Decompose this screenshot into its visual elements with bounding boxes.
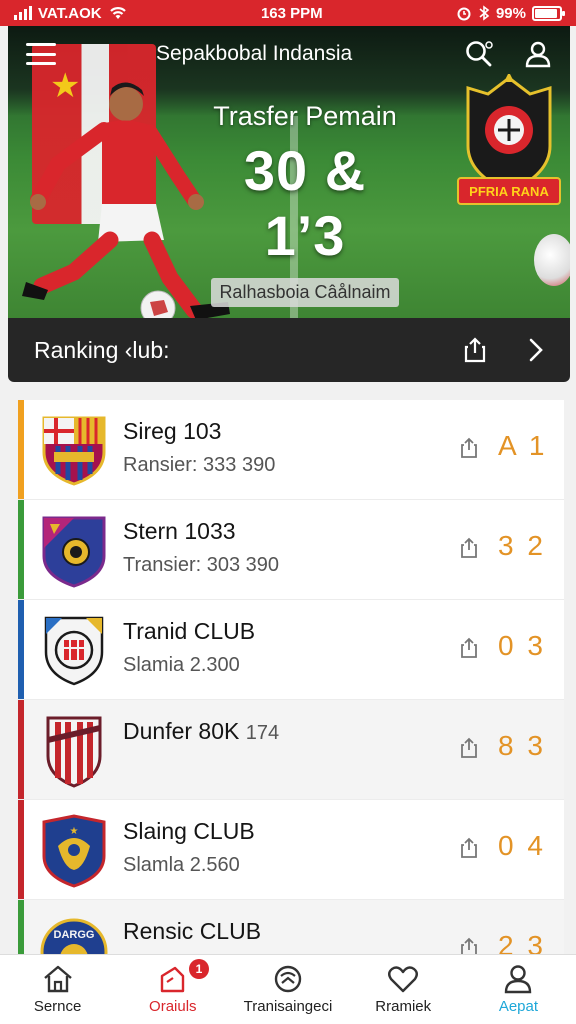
news-icon bbox=[160, 966, 184, 993]
club-detail: Slamla 2.560 bbox=[123, 854, 240, 876]
club-row[interactable]: Stern 1033 Transier: 303 390 3 2 bbox=[18, 500, 564, 600]
svg-text:★: ★ bbox=[70, 826, 79, 837]
row-accent bbox=[18, 800, 24, 899]
nav-label: Aepat bbox=[498, 998, 539, 1015]
share-icon[interactable] bbox=[460, 537, 478, 559]
club-rank: 0 4 bbox=[498, 830, 546, 861]
nav-label: Oraiuls bbox=[149, 998, 197, 1015]
nav-label: Rramiek bbox=[375, 998, 432, 1015]
nav-item-transfers[interactable]: Tranisaingeci bbox=[230, 955, 345, 1024]
club-detail: Ransier: 333 390 bbox=[123, 454, 276, 476]
share-icon[interactable] bbox=[460, 937, 478, 955]
club-row[interactable]: Tranid CLUB Slamia 2.300 0 3 bbox=[18, 600, 564, 700]
club-row[interactable]: Sireg 103 Ransier: 333 390 A 1 bbox=[18, 400, 564, 500]
notification-badge: 1 bbox=[188, 959, 209, 979]
club-rank: 2 3 bbox=[498, 930, 546, 955]
club-row[interactable]: Dunfer 80K 174 8 3 bbox=[18, 700, 564, 800]
heart-icon bbox=[388, 966, 419, 993]
share-icon[interactable] bbox=[460, 437, 478, 459]
bottom-navigation: Sernce 1 Oraiuls Tranisaingeci Rramiek A… bbox=[0, 954, 576, 1024]
search-icon[interactable] bbox=[464, 39, 494, 69]
battery-level bbox=[534, 8, 557, 18]
hero-subtitle: Trasfer Pemain bbox=[213, 101, 397, 131]
hero-headline: 30 & 1’3 bbox=[243, 139, 367, 267]
club-name: Dunfer 80K 174 bbox=[123, 718, 279, 745]
nav-item-profile[interactable]: Aepat bbox=[461, 955, 576, 1024]
club-ranking-list: Sireg 103 Ransier: 333 390 A 1 Stern 103… bbox=[18, 400, 564, 955]
hero-tag: Ralhasboia Câålnaim bbox=[211, 278, 399, 307]
bluetooth-icon bbox=[479, 5, 490, 21]
row-accent bbox=[18, 500, 24, 599]
row-accent bbox=[18, 900, 24, 955]
ball-icon bbox=[274, 965, 302, 993]
status-bar: VAT.AOK 163 PPM 99% bbox=[0, 0, 576, 26]
club-row[interactable]: DARGG Rensic CLUB 2 3 bbox=[18, 900, 564, 955]
ball-decoration bbox=[534, 234, 570, 286]
ranking-header: Ranking ‹lub: bbox=[8, 318, 570, 382]
club-rank: A 1 bbox=[498, 430, 548, 461]
club-row[interactable]: ★ Slaing CLUB Slamla 2.560 0 4 bbox=[18, 800, 564, 900]
chevron-right-icon[interactable] bbox=[528, 337, 544, 363]
club-logo-icon bbox=[46, 716, 102, 788]
status-time: 163 PPM bbox=[260, 4, 323, 22]
hero-banner[interactable]: ★ Sepakbobal Indansia PFRIA RANA Trasfer… bbox=[8, 26, 570, 318]
club-name-text: Dunfer 80K bbox=[123, 718, 240, 744]
club-logo-icon: ★ bbox=[42, 814, 106, 888]
user-icon[interactable] bbox=[524, 40, 552, 68]
nav-item-favorites[interactable]: Rramiek bbox=[346, 955, 461, 1024]
signal-icon bbox=[14, 6, 32, 20]
club-logo-icon: DARGG bbox=[40, 918, 108, 955]
club-name: Stern 1033 bbox=[123, 518, 236, 544]
club-name: Sireg 103 bbox=[123, 418, 222, 444]
nav-item-home[interactable]: Sernce bbox=[0, 955, 115, 1024]
club-name-extra: 174 bbox=[245, 722, 280, 744]
app-title: Sepakbobal Indansia bbox=[156, 42, 353, 65]
share-icon[interactable] bbox=[460, 837, 478, 859]
club-logo-icon bbox=[42, 416, 106, 486]
nav-label: Tranisaingeci bbox=[243, 998, 333, 1015]
alarm-icon bbox=[457, 7, 471, 21]
club-rank: 8 3 bbox=[498, 730, 546, 761]
share-icon[interactable] bbox=[460, 637, 478, 659]
club-rank: 3 2 bbox=[498, 530, 546, 561]
club-rank: 0 3 bbox=[498, 630, 546, 661]
row-accent bbox=[18, 400, 24, 499]
crest-banner-text: PFRIA RANA bbox=[469, 184, 549, 199]
club-logo-text: DARGG bbox=[54, 929, 95, 941]
federation-crest: PFRIA RANA bbox=[457, 74, 561, 205]
club-logo-icon bbox=[44, 616, 104, 686]
club-name: Tranid CLUB bbox=[123, 618, 256, 644]
row-accent bbox=[18, 700, 24, 799]
carrier-label: VAT.AOK bbox=[38, 4, 102, 22]
profile-icon bbox=[505, 965, 532, 994]
row-accent bbox=[18, 600, 24, 699]
share-icon[interactable] bbox=[460, 737, 478, 759]
home-icon bbox=[43, 965, 72, 993]
battery-percent: 99% bbox=[495, 4, 526, 22]
wifi-icon bbox=[109, 7, 126, 19]
club-detail: Transier: 303 390 bbox=[123, 554, 280, 576]
share-icon[interactable] bbox=[464, 337, 486, 363]
hero-text: Trasfer Pemain 30 & 1’3 Ralhasboia Câåln… bbox=[200, 101, 410, 307]
menu-icon[interactable] bbox=[26, 43, 56, 65]
nav-item-news[interactable]: 1 Oraiuls bbox=[115, 955, 230, 1024]
battery-icon bbox=[531, 5, 565, 21]
nav-label: Sernce bbox=[33, 998, 82, 1015]
club-logo-icon bbox=[42, 516, 106, 588]
club-name: Slaing CLUB bbox=[123, 818, 255, 844]
club-detail: Slamia 2.300 bbox=[123, 654, 240, 676]
ranking-label: Ranking ‹lub: bbox=[34, 336, 170, 363]
club-name: Rensic CLUB bbox=[123, 918, 262, 944]
